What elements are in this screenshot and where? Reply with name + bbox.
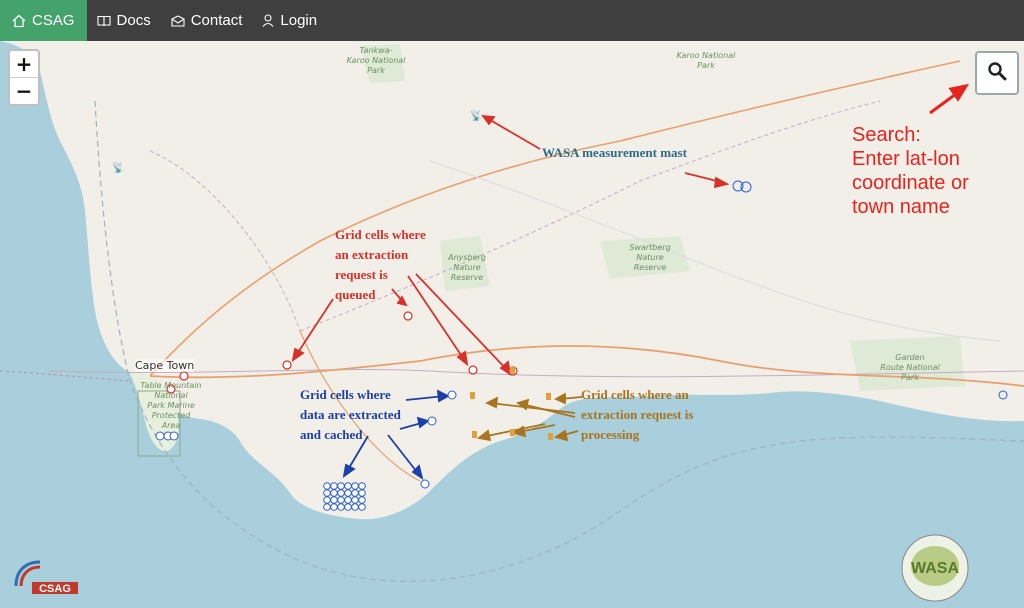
place-label-karoo: Karoo National Park xyxy=(676,51,736,70)
wasa-logo-text: WASA xyxy=(911,560,959,577)
nav-contact[interactable]: Contact xyxy=(161,0,253,41)
book-icon xyxy=(96,15,111,27)
search-icon xyxy=(987,61,1007,86)
zoom-out-button[interactable]: − xyxy=(10,78,38,104)
csag-logo-text: CSAG xyxy=(39,583,71,595)
annotation-mast: WASA measurement mast xyxy=(542,145,687,160)
user-icon xyxy=(262,14,274,27)
nav-login-label: Login xyxy=(280,12,318,29)
brand-link[interactable]: CSAG xyxy=(0,0,87,41)
envelope-icon xyxy=(171,14,185,27)
city-label-cape-town: Cape Town xyxy=(135,359,195,372)
place-label-table-mountain: Table Mountain National Park Marine Prot… xyxy=(140,381,202,430)
wasa-logo: WASA xyxy=(900,533,970,603)
nav-docs-label: Docs xyxy=(116,12,151,29)
place-label-anysberg: Anysberg Nature Reserve xyxy=(448,253,486,282)
annotation-queued: Grid cells where an extraction request i… xyxy=(335,227,426,302)
home-icon xyxy=(12,14,26,28)
annotation-processing: Grid cells where an extraction request i… xyxy=(581,387,694,442)
svg-text:📡: 📡 xyxy=(112,161,125,174)
place-label-garden-route: Garden Route National Park xyxy=(880,353,940,382)
mast-marker[interactable]: 📡 xyxy=(470,109,483,122)
navbar: CSAG Docs Contact Login xyxy=(0,0,1024,41)
nav-contact-label: Contact xyxy=(190,12,243,29)
map-canvas[interactable]: 📡 📡 Tankwa- Karoo National Park Karoo Na… xyxy=(0,41,1024,608)
zoom-control: + − xyxy=(8,49,40,106)
zoom-in-button[interactable]: + xyxy=(10,51,38,78)
csag-logo: CSAG xyxy=(12,556,92,596)
place-label-swartberg: Swartberg Nature Reserve xyxy=(629,243,671,272)
place-label-tankwa: Tankwa- Karoo National Park xyxy=(346,46,406,75)
annotation-cached: Grid cells where data are extracted and … xyxy=(300,387,401,442)
mast-marker[interactable]: 📡 xyxy=(112,161,125,174)
nav-docs[interactable]: Docs xyxy=(87,0,161,41)
brand-label: CSAG xyxy=(32,12,75,29)
land-area xyxy=(0,41,1024,520)
svg-text:📡: 📡 xyxy=(470,109,483,122)
nav-login[interactable]: Login xyxy=(252,0,327,41)
search-button[interactable] xyxy=(975,51,1019,95)
annotation-search-hint: Search: Enter lat-lon coordinate or town… xyxy=(852,124,969,218)
